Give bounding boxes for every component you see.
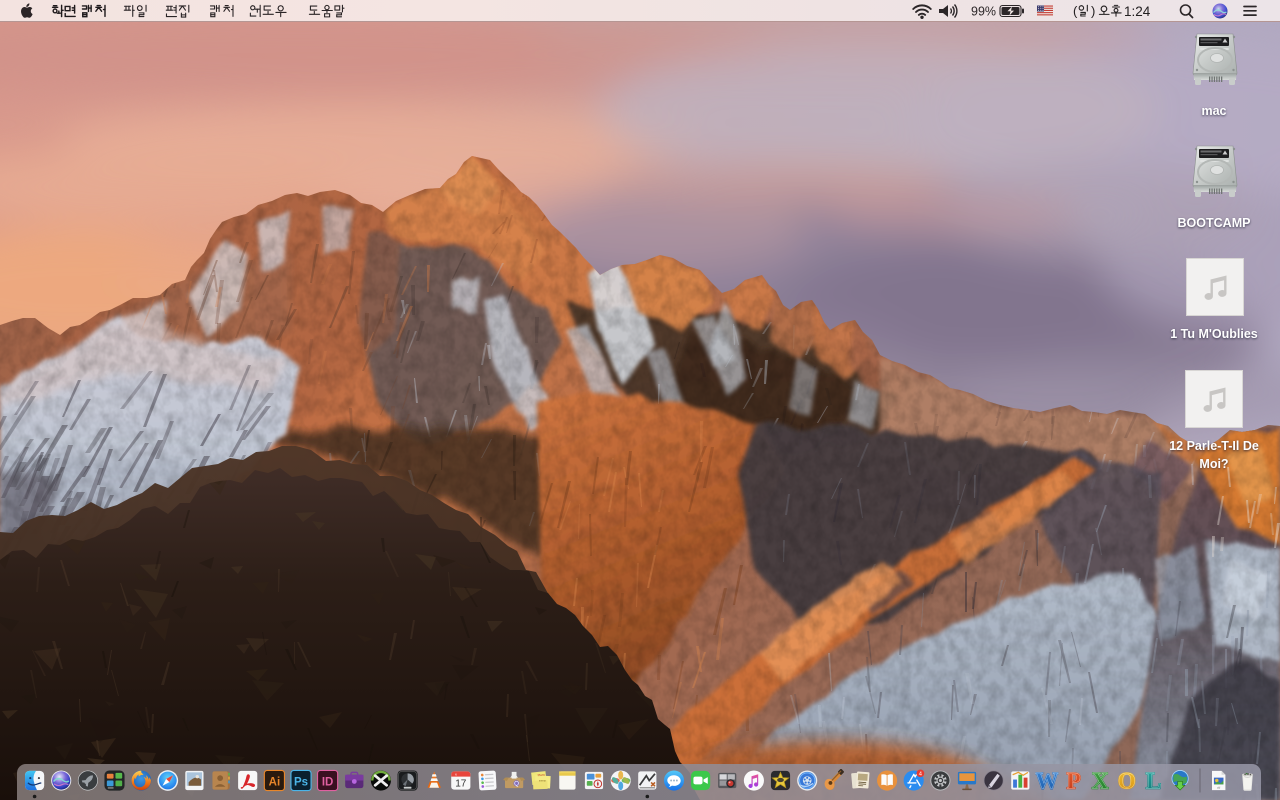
svg-text:Ps: Ps [294,776,308,788]
svg-text:(: ( [1073,4,1078,19]
svg-text:99%: 99% [971,5,996,19]
svg-text:P: P [1067,769,1081,794]
svg-text:mac: mac [1201,104,1226,118]
svg-text:Moi?: Moi? [1199,457,1228,471]
svg-text:L: L [1146,769,1161,794]
svg-text:Plans: Plans [537,773,545,778]
svg-text:6: 6 [455,773,457,777]
svg-text:O: O [1118,769,1136,794]
svg-text:17: 17 [455,779,467,790]
svg-text:rtf: rtf [1217,786,1220,790]
svg-text:1 Tu M'Oublies: 1 Tu M'Oublies [1170,327,1258,341]
svg-text:BOOTCAMP: BOOTCAMP [1178,216,1251,230]
svg-text:X: X [1092,769,1109,794]
svg-text:): ) [1091,4,1095,19]
svg-text:12 Parle-T-Il De: 12 Parle-T-Il De [1169,439,1259,453]
svg-text:Q: Q [514,781,519,788]
svg-text:ID: ID [322,776,334,788]
svg-text:Ai: Ai [269,776,281,788]
svg-text:W: W [1035,769,1058,794]
svg-text:memo: memo [539,779,547,782]
svg-text:1:24: 1:24 [1124,4,1151,19]
